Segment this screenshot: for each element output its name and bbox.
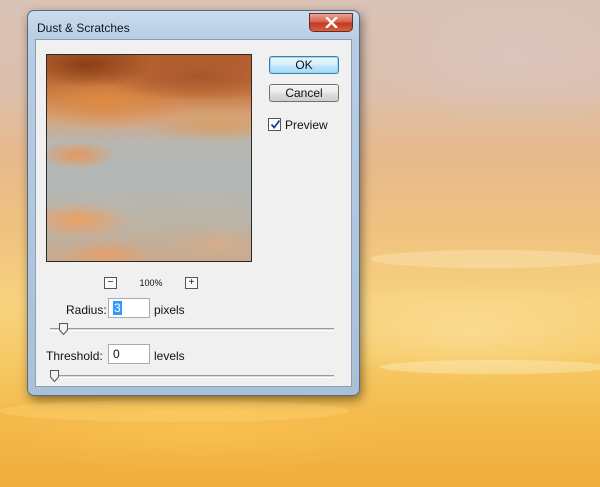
radius-unit: pixels bbox=[154, 303, 185, 317]
radius-value: 3 bbox=[113, 301, 122, 315]
zoom-out-label: − bbox=[107, 277, 114, 288]
zoom-out-button[interactable]: − bbox=[104, 277, 117, 289]
dialog-title: Dust & Scratches bbox=[37, 21, 130, 35]
zoom-in-button[interactable]: + bbox=[185, 277, 198, 289]
threshold-unit: levels bbox=[154, 349, 185, 363]
sky-streak bbox=[380, 360, 600, 374]
zoom-level: 100% bbox=[139, 278, 163, 288]
radius-slider-thumb[interactable] bbox=[58, 323, 68, 335]
threshold-label: Threshold: bbox=[46, 349, 103, 363]
sky-streak bbox=[370, 250, 600, 268]
dust-scratches-dialog: Dust & Scratches − 100% + OK Cancel Prev… bbox=[27, 10, 360, 396]
sky-streak bbox=[0, 400, 350, 422]
threshold-slider-track[interactable] bbox=[50, 375, 334, 378]
dialog-titlebar[interactable]: Dust & Scratches bbox=[28, 11, 359, 39]
close-icon bbox=[325, 17, 338, 28]
preview-checkbox[interactable] bbox=[268, 118, 281, 131]
radius-slider-track[interactable] bbox=[50, 328, 334, 331]
close-button[interactable] bbox=[309, 13, 353, 32]
cancel-button[interactable]: Cancel bbox=[269, 84, 339, 102]
preview-image[interactable] bbox=[46, 54, 252, 262]
threshold-value: 0 bbox=[113, 347, 120, 361]
threshold-slider-thumb[interactable] bbox=[50, 370, 59, 382]
preview-label: Preview bbox=[285, 118, 328, 132]
zoom-in-label: + bbox=[188, 277, 195, 288]
radius-label: Radius: bbox=[66, 303, 107, 317]
ok-button[interactable]: OK bbox=[269, 56, 339, 74]
radius-input[interactable]: 3 bbox=[108, 298, 150, 318]
dialog-client-area: − 100% + OK Cancel Preview Radius: 3 pix… bbox=[35, 39, 352, 387]
checkmark-icon bbox=[270, 119, 281, 129]
threshold-input[interactable]: 0 bbox=[108, 344, 150, 364]
